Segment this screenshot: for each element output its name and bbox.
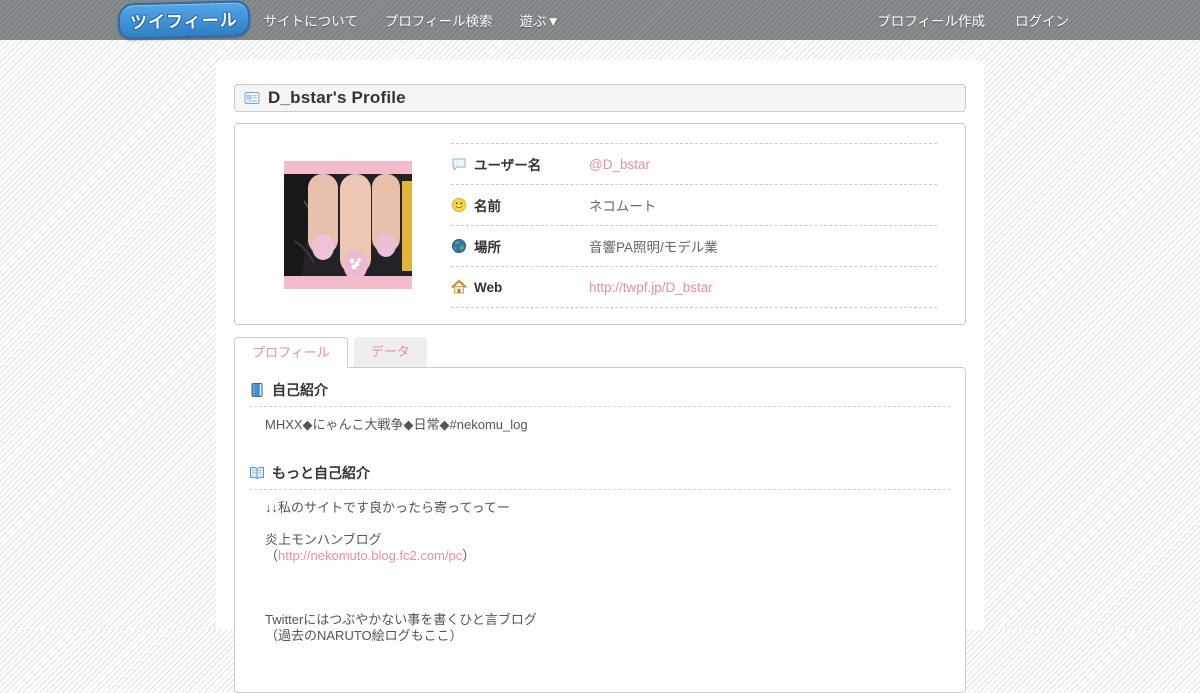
home-icon: [451, 279, 467, 294]
nav-link-login[interactable]: ログイン: [1015, 10, 1069, 30]
nav-link-profile-search[interactable]: プロフィール検索: [385, 10, 493, 30]
main-card: D_bstar's Profile ユーザー名 @D_bstar 名前 ネコムー…: [216, 60, 984, 693]
info-label-location: 場所: [474, 240, 501, 255]
open-book-icon: [250, 466, 264, 480]
info-label-username: ユーザー名: [474, 158, 542, 173]
info-row-username: ユーザー名 @D_bstar: [451, 143, 937, 185]
nail-art-photo: [284, 161, 412, 289]
profile-image[interactable]: [284, 161, 412, 289]
profile-tab-panel: 自己紹介 MHXX◆にゃんこ大戦争◆日常◆#nekomu_log もっと自己紹介…: [234, 367, 966, 693]
more-intro-line-1: ↓↓私のサイトです良かったら寄ってってー: [265, 500, 510, 515]
more-intro-line-2: 炎上モンハンブログ: [265, 532, 382, 547]
nav-link-create-profile[interactable]: プロフィール作成: [877, 10, 985, 30]
username-link[interactable]: @D_bstar: [589, 157, 650, 172]
info-row-web: Web http://twpf.jp/D_bstar: [451, 267, 937, 308]
vcard-icon: [244, 92, 260, 104]
section-title-more-intro: もっと自己紹介: [272, 465, 370, 481]
profile-summary-box: ユーザー名 @D_bstar 名前 ネコムート 場所 音響PA照明/モデル業 W…: [234, 123, 966, 325]
nav-links-right: プロフィール作成 ログイン: [877, 10, 1200, 30]
smiley-icon: [452, 198, 466, 212]
info-row-name: 名前 ネコムート: [451, 185, 937, 226]
location-value: 音響PA照明/モデル業: [589, 240, 718, 255]
info-label-name: 名前: [474, 199, 501, 214]
page-title: D_bstar's Profile: [268, 88, 406, 107]
more-intro-line-4: （過去のNARUTO絵ログもここ）: [265, 628, 463, 643]
section-header-more-intro: もっと自己紹介: [249, 463, 951, 490]
site-logo-text: ツイフィール: [129, 10, 238, 34]
section-header-intro: 自己紹介: [249, 380, 951, 407]
page-title-bar: D_bstar's Profile: [234, 84, 966, 112]
tab-data[interactable]: データ: [353, 337, 427, 367]
web-link[interactable]: http://twpf.jp/D_bstar: [589, 280, 713, 295]
paren-close: ）: [462, 548, 476, 563]
name-value: ネコムート: [589, 199, 657, 214]
paren-open: （: [265, 548, 279, 563]
nav-link-play-menu[interactable]: 遊ぶ▼: [520, 10, 560, 30]
info-label-web: Web: [474, 279, 503, 295]
profile-info-table: ユーザー名 @D_bstar 名前 ネコムート 場所 音響PA照明/モデル業 W…: [451, 143, 937, 324]
top-navbar: ツイフィール サイトについて プロフィール検索 遊ぶ▼ プロフィール作成 ログイ…: [0, 0, 1200, 40]
speech-bubble-icon: [452, 158, 466, 171]
notebook-icon: [251, 383, 263, 397]
blog-link[interactable]: http://nekomuto.blog.fc2.com/pc: [278, 548, 462, 563]
info-row-location: 場所 音響PA照明/モデル業: [451, 226, 937, 267]
globe-icon: [452, 239, 466, 253]
tab-bar: プロフィール データ: [234, 337, 966, 368]
blank-lines: [249, 564, 951, 612]
nav-links-left: サイトについて プロフィール検索 遊ぶ▼: [264, 10, 560, 30]
more-intro-line-3: Twitterにはつぶやかない事を書くひと言ブログ: [265, 612, 537, 627]
tab-profile[interactable]: プロフィール: [234, 337, 348, 368]
site-logo[interactable]: ツイフィール: [117, 0, 251, 40]
intro-text: MHXX◆にゃんこ大戦争◆日常◆#nekomu_log: [265, 417, 528, 432]
nav-link-about[interactable]: サイトについて: [264, 10, 358, 30]
section-title-intro: 自己紹介: [272, 382, 328, 398]
more-intro-link-line: （http://nekomuto.blog.fc2.com/pc）: [265, 548, 951, 564]
